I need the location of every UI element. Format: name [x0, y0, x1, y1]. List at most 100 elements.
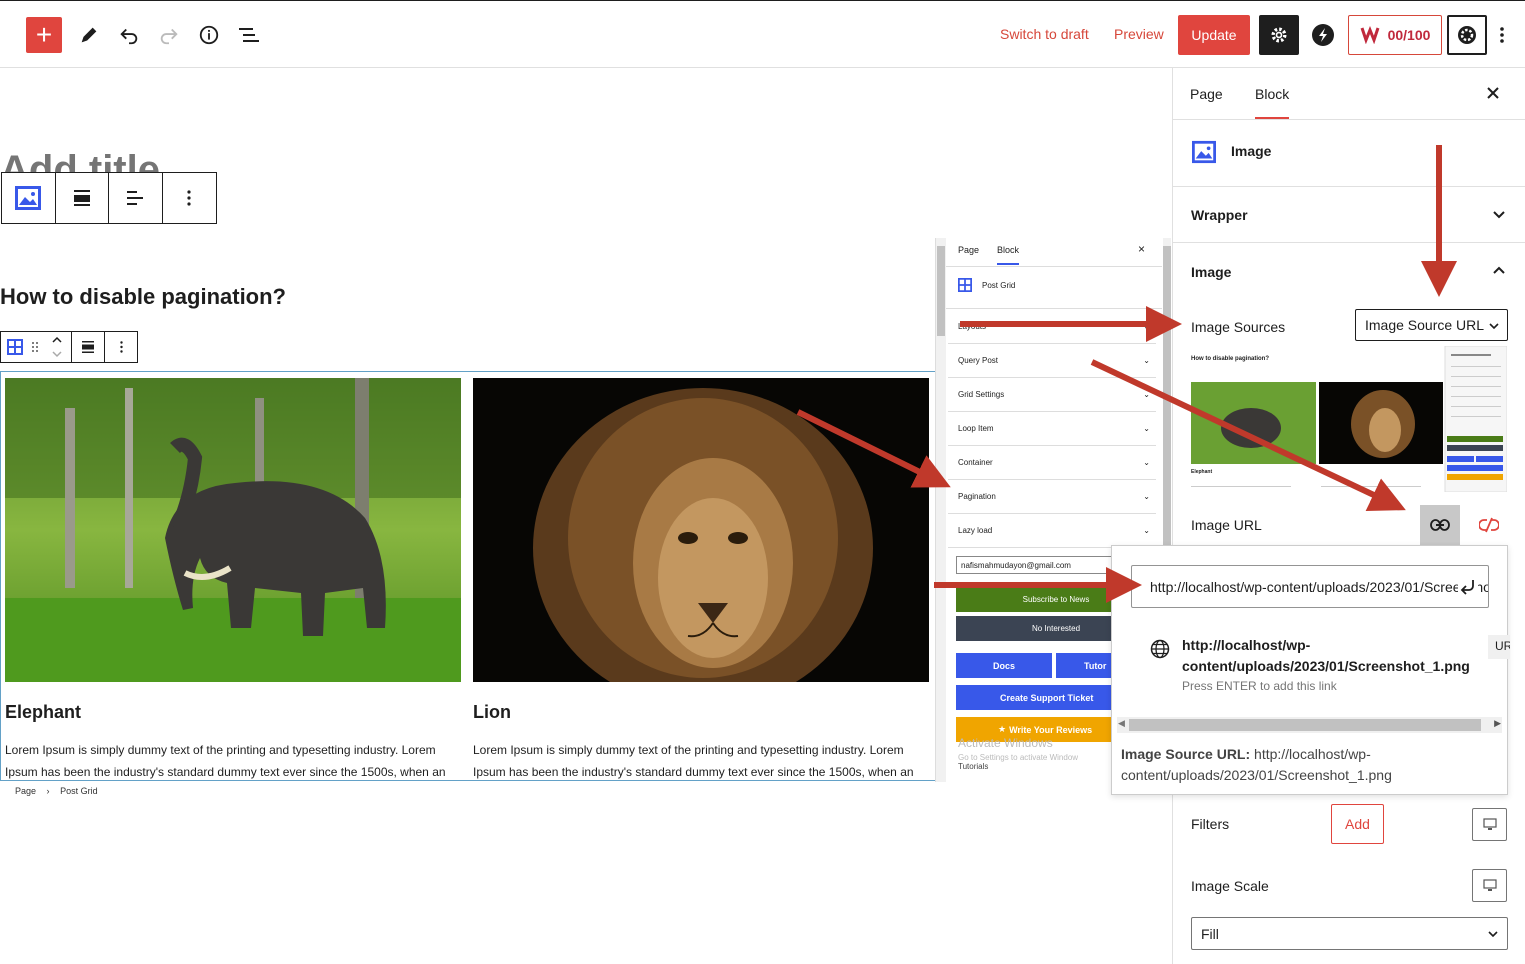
windows-watermark-title: Activate Windows: [958, 736, 1053, 750]
elephant-image[interactable]: [5, 378, 461, 682]
image-scale-value: Fill: [1201, 925, 1219, 942]
align-button[interactable]: [56, 173, 109, 223]
image-sources-value: Image Source URL: [1365, 317, 1485, 333]
chevron-up-icon[interactable]: [1492, 265, 1506, 275]
chevron-down-icon: [1493, 211, 1505, 219]
block-options-button[interactable]: [163, 173, 217, 223]
sidebar-tabs: Page Block: [1173, 68, 1525, 120]
gear-icon: [1271, 27, 1287, 43]
card-title[interactable]: Lion: [473, 702, 929, 723]
tools-button[interactable]: [71, 17, 107, 53]
list-item: Lion Lorem Ipsum is simply dummy text of…: [473, 378, 929, 780]
image-scale-select[interactable]: Fill: [1191, 917, 1508, 950]
cog-icon: [1458, 26, 1476, 44]
close-sidebar-button[interactable]: [1485, 85, 1501, 101]
update-button[interactable]: Update: [1178, 15, 1250, 55]
horizontal-scrollbar[interactable]: ◀ ▶: [1117, 717, 1502, 733]
embed-row: Loop Item ⌄: [948, 412, 1156, 446]
align-left-icon: [127, 191, 144, 205]
chevron-down-icon: [1489, 323, 1499, 330]
block-type-button[interactable]: [2, 173, 56, 223]
chevron-down-icon: [1488, 931, 1498, 938]
panel-wrapper[interactable]: Wrapper: [1173, 187, 1525, 243]
seo-score-button[interactable]: 00/100: [1348, 15, 1442, 55]
url-input[interactable]: http://localhost/wp-content/uploads/2023…: [1131, 565, 1489, 608]
move-buttons[interactable]: [42, 332, 72, 362]
card-title[interactable]: Elephant: [5, 702, 461, 723]
block-options-button[interactable]: [105, 332, 137, 362]
image-icon: [1192, 140, 1216, 164]
link-popover: http://localhost/wp-content/uploads/2023…: [1111, 545, 1510, 795]
embed-tutorials-label: Tutorials: [958, 762, 989, 771]
embed-row-label: Grid Settings: [958, 390, 1005, 399]
embed-tab-block: Block: [997, 245, 1020, 265]
block-icon: [1191, 140, 1217, 164]
plugin-button[interactable]: [1305, 17, 1341, 53]
list-item: Elephant Lorem Ipsum is simply dummy tex…: [5, 378, 461, 780]
embed-row: Grid Settings ⌄: [948, 378, 1156, 412]
details-button[interactable]: [191, 17, 227, 53]
preview-card-title: Elephant: [1191, 469, 1213, 475]
submit-link-button[interactable]: [1458, 578, 1478, 596]
align-button[interactable]: [72, 332, 106, 362]
seo-logo-icon: [1360, 26, 1380, 44]
post-grid-block[interactable]: Elephant Lorem Ipsum is simply dummy tex…: [0, 371, 935, 781]
image-preview: How to disable pagination? Elephant: [1191, 346, 1507, 492]
pencil-icon: [81, 27, 97, 43]
tab-page[interactable]: Page: [1190, 86, 1223, 102]
plugin-settings-button[interactable]: [1447, 15, 1487, 55]
embed-grid-icon: [958, 278, 972, 292]
image-sources-select[interactable]: Image Source URL: [1355, 309, 1508, 341]
preview-link[interactable]: Preview: [1114, 26, 1164, 42]
align-center-icon: [82, 341, 95, 353]
image-scale-device-button[interactable]: [1472, 869, 1507, 902]
image-block-toolbar: [1, 172, 217, 224]
text-align-button[interactable]: [109, 173, 163, 223]
link-suggestion[interactable]: http://localhost/wp-content/uploads/2023…: [1182, 635, 1492, 677]
embed-row: Query Post ⌄: [948, 344, 1156, 378]
post-grid-toolbar: [0, 331, 138, 363]
editor-top-bar: + Switch to draft Preview Update 00/100: [0, 0, 1525, 68]
filters-label: Filters: [1191, 816, 1230, 832]
tab-block[interactable]: Block: [1255, 86, 1290, 119]
list-view-button[interactable]: [231, 17, 267, 53]
link-icon: [1430, 519, 1450, 531]
post-heading[interactable]: How to disable pagination?: [0, 284, 286, 310]
lion-image[interactable]: [473, 378, 929, 682]
image-source-url-text: Image Source URL: http://localhost/wp-co…: [1121, 744, 1501, 786]
embed-close: ×: [1138, 242, 1146, 256]
windows-watermark-sub: Go to Settings to activate Window: [958, 753, 1079, 762]
panel-image-title[interactable]: Image: [1191, 264, 1231, 280]
redo-button[interactable]: [151, 17, 187, 53]
settings-button[interactable]: [1259, 15, 1299, 55]
embed-reviews-label: Write Your Reviews: [1009, 724, 1093, 735]
undo-button[interactable]: [111, 17, 147, 53]
card-excerpt: Lorem Ipsum is simply dummy text of the …: [473, 743, 914, 779]
embed-row-label: Pagination: [958, 492, 996, 501]
embed-row-label: Loop Item: [958, 424, 994, 433]
breadcrumb-current[interactable]: Post Grid: [60, 786, 98, 796]
filters-device-button[interactable]: [1472, 808, 1507, 841]
breadcrumb-page[interactable]: Page: [15, 786, 36, 796]
desktop-icon: [1482, 879, 1497, 891]
image-source-url-label: Image Source URL:: [1121, 746, 1251, 762]
post-grid-block-button[interactable]: [1, 332, 29, 362]
drag-handle[interactable]: [29, 332, 43, 362]
drag-icon: [32, 342, 39, 352]
unlink-button[interactable]: [1469, 505, 1509, 545]
embed-row: Lazy load ⌄: [948, 514, 1156, 548]
filters-add-button[interactable]: Add: [1331, 804, 1384, 844]
add-block-button[interactable]: +: [26, 17, 62, 53]
options-button[interactable]: [1492, 17, 1512, 53]
switch-to-draft-link[interactable]: Switch to draft: [1000, 26, 1089, 42]
undo-icon: [120, 28, 138, 45]
image-url-label: Image URL: [1191, 517, 1262, 533]
link-button[interactable]: [1420, 505, 1460, 545]
embed-tab-page: Page: [958, 245, 980, 255]
globe-icon: [1150, 639, 1170, 659]
desktop-icon: [1482, 818, 1497, 830]
close-icon: [1487, 87, 1499, 99]
embed-row-label: Layouts: [958, 322, 987, 331]
suggestion-type-badge: UR: [1488, 635, 1510, 659]
embed-row: Layouts ⌄: [948, 310, 1156, 344]
